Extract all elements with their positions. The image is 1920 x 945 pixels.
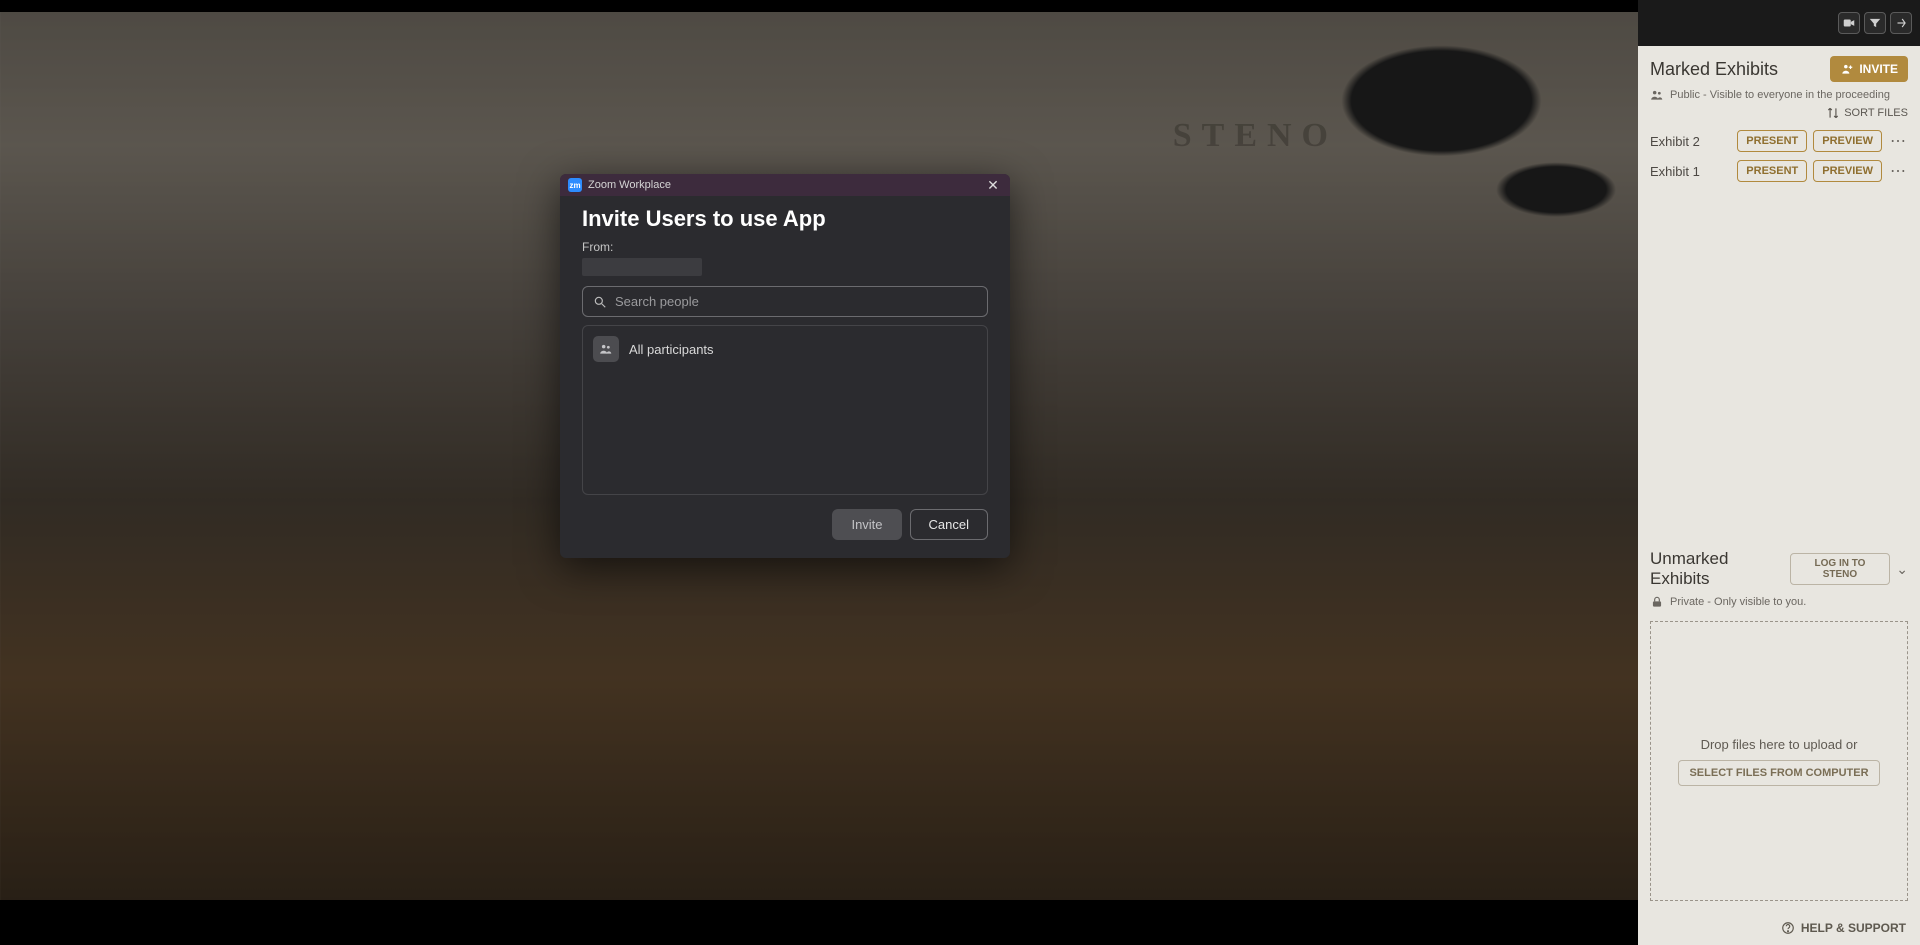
dialog-titlebar: zm Zoom Workplace ✕ bbox=[560, 174, 1010, 196]
unmarked-visibility: Private - Only visible to you. bbox=[1650, 595, 1908, 609]
help-icon bbox=[1781, 921, 1795, 935]
marked-title: Marked Exhibits bbox=[1650, 59, 1778, 80]
marked-visibility: Public - Visible to everyone in the proc… bbox=[1650, 88, 1908, 102]
search-people-input[interactable] bbox=[615, 294, 977, 309]
marked-visibility-text: Public - Visible to everyone in the proc… bbox=[1670, 89, 1890, 101]
invite-button[interactable]: Invite bbox=[832, 509, 901, 540]
select-files-button[interactable]: SELECT FILES FROM COMPUTER bbox=[1678, 760, 1879, 786]
exhibit-actions: PRESENT PREVIEW ⋯ bbox=[1737, 160, 1908, 182]
preview-button[interactable]: PREVIEW bbox=[1813, 130, 1882, 152]
help-support[interactable]: HELP & SUPPORT bbox=[1638, 911, 1920, 945]
unmarked-title: Unmarked Exhibits bbox=[1650, 549, 1784, 589]
participants-list: All participants bbox=[582, 325, 988, 495]
from-value-chip bbox=[582, 258, 702, 276]
unmarked-header: Unmarked Exhibits LOG IN TO STENO ⌄ bbox=[1650, 549, 1908, 589]
sidebar-topbar bbox=[1638, 0, 1920, 46]
exhibit-name[interactable]: Exhibit 1 bbox=[1650, 164, 1700, 179]
dialog-app-name: Zoom Workplace bbox=[588, 179, 671, 191]
person-add-icon bbox=[1840, 62, 1854, 76]
exhibit-row: Exhibit 2 PRESENT PREVIEW ⋯ bbox=[1650, 126, 1908, 156]
expand-icon[interactable] bbox=[1890, 12, 1912, 34]
video-icon[interactable] bbox=[1838, 12, 1860, 34]
unmarked-section: Unmarked Exhibits LOG IN TO STENO ⌄ Priv… bbox=[1638, 539, 1920, 613]
exhibit-name[interactable]: Exhibit 2 bbox=[1650, 134, 1700, 149]
sort-files[interactable]: SORT FILES bbox=[1650, 106, 1908, 120]
present-button[interactable]: PRESENT bbox=[1737, 160, 1807, 182]
lock-icon bbox=[1650, 595, 1664, 609]
exhibit-actions: PRESENT PREVIEW ⋯ bbox=[1737, 130, 1908, 152]
search-people-input-wrap[interactable] bbox=[582, 286, 988, 317]
participant-all-label: All participants bbox=[629, 342, 714, 357]
sort-icon bbox=[1826, 106, 1840, 120]
group-icon bbox=[593, 336, 619, 362]
more-icon[interactable]: ⋯ bbox=[1888, 161, 1908, 181]
cancel-button[interactable]: Cancel bbox=[910, 509, 988, 540]
file-dropzone[interactable]: Drop files here to upload or SELECT FILE… bbox=[1650, 621, 1908, 901]
marked-header: Marked Exhibits INVITE bbox=[1650, 56, 1908, 82]
video-area: STENO zm Zoom Workplace ✕ Invite Users t… bbox=[0, 0, 1638, 945]
login-steno-button[interactable]: LOG IN TO STENO bbox=[1790, 553, 1891, 585]
dialog-body: Invite Users to use App From: All partic… bbox=[560, 196, 1010, 558]
present-button[interactable]: PRESENT bbox=[1737, 130, 1807, 152]
participant-all[interactable]: All participants bbox=[593, 336, 977, 362]
invite-sidebar-button[interactable]: INVITE bbox=[1830, 56, 1908, 82]
invite-dialog: zm Zoom Workplace ✕ Invite Users to use … bbox=[560, 174, 1010, 558]
preview-button[interactable]: PREVIEW bbox=[1813, 160, 1882, 182]
dialog-heading: Invite Users to use App bbox=[582, 206, 988, 232]
search-icon bbox=[593, 295, 607, 309]
chevron-down-icon[interactable]: ⌄ bbox=[1896, 561, 1908, 578]
zoom-icon: zm bbox=[568, 178, 582, 192]
exhibit-row: Exhibit 1 PRESENT PREVIEW ⋯ bbox=[1650, 156, 1908, 186]
invite-sidebar-label: INVITE bbox=[1859, 62, 1898, 76]
marked-section: Marked Exhibits INVITE Public - Visible … bbox=[1638, 46, 1920, 190]
help-support-label: HELP & SUPPORT bbox=[1801, 921, 1906, 935]
dropzone-text: Drop files here to upload or bbox=[1701, 737, 1858, 752]
from-label: From: bbox=[582, 240, 988, 254]
unmarked-visibility-text: Private - Only visible to you. bbox=[1670, 596, 1806, 608]
people-icon bbox=[1650, 88, 1664, 102]
exhibits-sidebar: Marked Exhibits INVITE Public - Visible … bbox=[1638, 0, 1920, 945]
filter-icon[interactable] bbox=[1864, 12, 1886, 34]
sort-files-label: SORT FILES bbox=[1844, 107, 1908, 119]
more-icon[interactable]: ⋯ bbox=[1888, 131, 1908, 151]
close-icon[interactable]: ✕ bbox=[984, 176, 1002, 194]
dialog-footer: Invite Cancel bbox=[582, 509, 988, 540]
